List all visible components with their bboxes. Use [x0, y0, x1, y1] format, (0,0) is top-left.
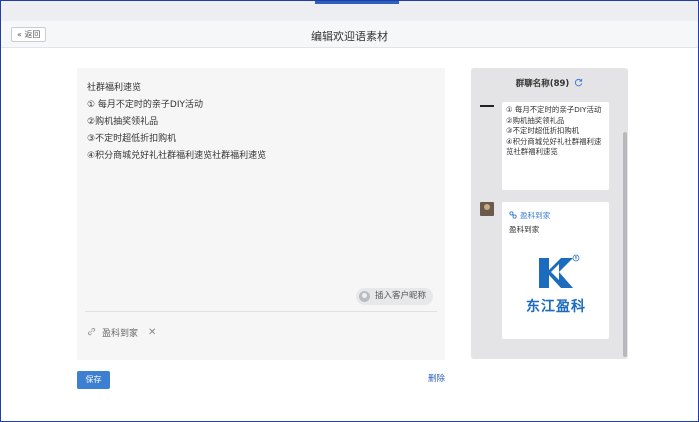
message-bubble: ① 每月不定时的亲子DIY活动 ②购机抽奖领礼品 ③不定时超低折扣购机 ④积分商… [502, 102, 609, 190]
card-header: 盈科到家 [509, 210, 550, 221]
brand-logo-mark: R [539, 254, 580, 288]
top-tab-strip [1, 1, 698, 21]
sender-avatar-placeholder [480, 105, 494, 107]
editor-divider [85, 311, 437, 312]
editor-line: ②购机抽奖领礼品 [87, 117, 159, 127]
attachment-item: 盈科到家 ✕ [87, 326, 156, 339]
group-chat-title: 群聊名称(89) [471, 77, 628, 89]
insert-button-label: 插入客户昵称 [374, 291, 426, 301]
link-icon [87, 327, 96, 338]
editor-line: ③不定时超低折扣购机 [87, 134, 177, 144]
message-line: ②购机抽奖领礼品 [506, 115, 565, 125]
card-title: 盈科到家 [520, 211, 551, 220]
mini-program-card: 盈科到家 盈科到家 R 东江盈科 [502, 202, 609, 339]
svg-text:R: R [575, 256, 578, 261]
avatar [480, 202, 494, 216]
page-title: 编辑欢迎语素材 [311, 30, 388, 43]
insert-customer-nickname-button[interactable]: 插入客户昵称 [355, 288, 433, 305]
editor-line: ① 每月不定时的亲子DIY活动 [87, 100, 204, 110]
attachment-label: 盈科到家 [102, 329, 139, 339]
brand-logo: R 东江盈科 [518, 252, 594, 320]
save-button[interactable]: 保存 [77, 371, 110, 389]
close-icon[interactable]: ✕ [148, 327, 156, 338]
editor-line: ④积分商城兑好礼社群福利速览社群福利速览 [87, 151, 267, 161]
brand-logo-text: 东江盈科 [526, 299, 586, 315]
card-subtitle: 盈科到家 [509, 225, 540, 234]
chat-preview-panel: 群聊名称(89) ① 每月不定时的亲子DIY活动 ②购机抽奖领礼品 ③不定时超低… [471, 68, 628, 359]
editor-content[interactable]: 社群福利速览 ① 每月不定时的亲子DIY活动 ②购机抽奖领礼品 ③不定时超低折扣… [87, 80, 266, 165]
active-tab-indicator [315, 1, 399, 4]
preview-scrollbar[interactable] [623, 132, 627, 357]
refresh-icon[interactable] [574, 78, 583, 89]
mini-program-icon [509, 210, 517, 221]
user-avatar-icon [358, 291, 370, 302]
page-header: « 返回 编辑欢迎语素材 [1, 21, 698, 48]
delete-link[interactable]: 删除 [428, 372, 445, 384]
group-chat-name: 群聊名称(89) [515, 79, 570, 89]
welcome-message-editor[interactable]: 社群福利速览 ① 每月不定时的亲子DIY活动 ②购机抽奖领礼品 ③不定时超低折扣… [77, 68, 445, 360]
message-line: ① 每月不定时的亲子DIY活动 [506, 105, 602, 114]
editor-line: 社群福利速览 [87, 83, 142, 93]
message-line: ③不定时超低折扣购机 [506, 126, 580, 136]
message-line: ④积分商城兑好礼社群福利速览社群福利速览 [506, 136, 602, 157]
